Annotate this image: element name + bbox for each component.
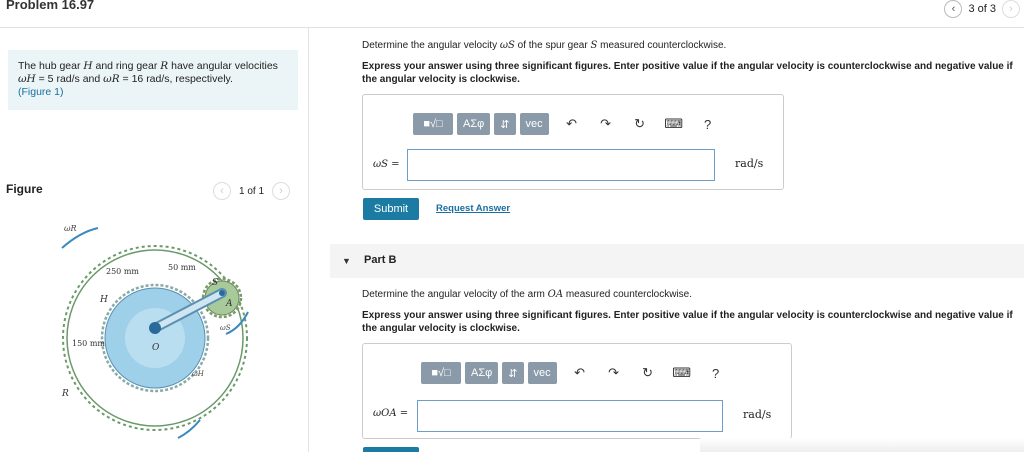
prompt-text: of the spur gear bbox=[514, 40, 591, 51]
label-a: A bbox=[225, 299, 233, 309]
planetary-gear-diagram: ωR 250 mm 50 mm H S A 150 mm O ωS ωH R bbox=[61, 224, 249, 439]
label-omega-h: ωH bbox=[192, 370, 205, 378]
reset-icon[interactable]: ↻ bbox=[637, 362, 659, 384]
redo-icon[interactable]: ↷ bbox=[595, 113, 617, 135]
help-button[interactable]: ? bbox=[705, 362, 727, 384]
omega-oa-input[interactable] bbox=[417, 400, 723, 432]
part-a-answer-box: ■√□ ΑΣφ ⇵ vec ↶ ↷ ↻ ⌨ ? ωS = rad/s bbox=[362, 94, 784, 190]
header-bar: Problem 16.97 ‹ 3 of 3 › bbox=[0, 0, 1024, 28]
panel-divider bbox=[308, 28, 309, 452]
figure-link[interactable]: (Figure 1) bbox=[18, 86, 64, 98]
answer-label-omega-s: ωS = bbox=[373, 159, 400, 170]
part-b-submit-button[interactable] bbox=[363, 447, 419, 452]
omega-h-value: = 5 rad/s bbox=[35, 73, 80, 85]
math-toolbar: ■√□ ΑΣφ ⇵ vec ↶ ↷ ↻ ⌨ ? bbox=[413, 113, 719, 135]
arrows-button[interactable]: ⇵ bbox=[494, 113, 516, 135]
vec-button[interactable]: vec bbox=[527, 362, 557, 384]
part-b-instruction: Express your answer using three signific… bbox=[362, 310, 1013, 334]
chevron-left-icon[interactable]: ‹ bbox=[213, 182, 231, 200]
part-a-prompt: Determine the angular velocity ωS of the… bbox=[362, 40, 726, 51]
prompt-text: Determine the angular velocity of the ar… bbox=[362, 289, 548, 300]
intro-text: The hub gear bbox=[18, 60, 84, 72]
math-toolbar: ■√□ ΑΣφ ⇵ vec ↶ ↷ ↻ ⌨ ? bbox=[421, 362, 727, 384]
templates-icon[interactable]: ■√□ bbox=[413, 113, 453, 135]
greek-button[interactable]: ΑΣφ bbox=[465, 362, 499, 384]
problem-statement: The hub gear H and ring gear R have angu… bbox=[8, 50, 298, 110]
chevron-left-icon[interactable]: ‹ bbox=[944, 0, 963, 18]
unit-label: rad/s bbox=[743, 408, 772, 421]
var-h: H bbox=[83, 60, 93, 72]
intro-text: , respectively. bbox=[169, 73, 233, 85]
label-50mm: 50 mm bbox=[168, 263, 196, 272]
omega-s: ωS bbox=[499, 40, 515, 51]
label-250mm: 250 mm bbox=[106, 267, 139, 276]
reset-icon[interactable]: ↻ bbox=[629, 113, 651, 135]
request-answer-link[interactable]: Request Answer bbox=[436, 203, 510, 214]
unit-label: rad/s bbox=[735, 157, 764, 170]
label-omega-s: ωS bbox=[220, 324, 231, 332]
part-b-prompt: Determine the angular velocity of the ar… bbox=[362, 289, 692, 300]
part-b-header[interactable]: ▼ Part B bbox=[330, 244, 1024, 278]
pin-a bbox=[219, 290, 225, 296]
undo-icon[interactable]: ↶ bbox=[561, 113, 583, 135]
problem-page: Problem 16.97 ‹ 3 of 3 › The hub gear H … bbox=[0, 0, 1024, 452]
figure-pager: ‹ 1 of 1 › bbox=[213, 182, 291, 200]
help-button[interactable]: ? bbox=[697, 113, 719, 135]
chevron-right-icon[interactable]: › bbox=[1002, 0, 1020, 18]
label-omega-r: ωR bbox=[64, 224, 77, 233]
keyboard-icon[interactable]: ⌨ bbox=[663, 113, 685, 135]
label-s: S bbox=[212, 278, 218, 288]
var-r: R bbox=[160, 60, 169, 72]
page-indicator: 3 of 3 bbox=[968, 3, 996, 15]
arrows-button[interactable]: ⇵ bbox=[502, 362, 524, 384]
chevron-right-icon[interactable]: › bbox=[272, 182, 291, 200]
gear-figure: ωR 250 mm 50 mm H S A 150 mm O ωS ωH R bbox=[50, 210, 290, 452]
part-b-label: Part B bbox=[364, 254, 397, 266]
label-r: R bbox=[61, 389, 69, 399]
redo-icon[interactable]: ↷ bbox=[603, 362, 625, 384]
omega-r: ωR bbox=[103, 73, 120, 85]
prompt-text: measured counterclockwise. bbox=[563, 289, 693, 300]
pivot-o bbox=[149, 322, 161, 334]
label-h: H bbox=[99, 295, 108, 305]
prompt-text: Determine the angular velocity bbox=[362, 40, 500, 51]
figure-page-indicator: 1 of 1 bbox=[239, 185, 265, 197]
undo-icon[interactable]: ↶ bbox=[569, 362, 591, 384]
keyboard-icon[interactable]: ⌨ bbox=[671, 362, 693, 384]
omega-h: ωH bbox=[18, 73, 36, 85]
vec-button[interactable]: vec bbox=[519, 113, 549, 135]
caret-down-icon[interactable]: ▼ bbox=[342, 256, 351, 266]
part-a-instruction: Express your answer using three signific… bbox=[362, 61, 1013, 85]
part-b-answer-box: ■√□ ΑΣφ ⇵ vec ↶ ↷ ↻ ⌨ ? ωOA = rad/s bbox=[362, 343, 792, 439]
templates-icon[interactable]: ■√□ bbox=[421, 362, 461, 384]
intro-text: and ring gear bbox=[92, 60, 161, 72]
problem-pager: ‹ 3 of 3 › bbox=[944, 0, 1020, 18]
label-150mm: 150 mm bbox=[72, 339, 105, 348]
omega-s-input[interactable] bbox=[407, 149, 715, 181]
problem-title: Problem 16.97 bbox=[6, 0, 95, 12]
answer-label-omega-oa: ωOA = bbox=[373, 408, 409, 419]
label-o: O bbox=[152, 343, 160, 353]
greek-button[interactable]: ΑΣφ bbox=[457, 113, 491, 135]
bottom-shadow bbox=[700, 438, 1024, 452]
intro-text: have angular velocities bbox=[168, 60, 278, 72]
figure-label: Figure bbox=[6, 182, 43, 196]
submit-button[interactable]: Submit bbox=[363, 198, 419, 220]
prompt-text: measured counterclockwise. bbox=[597, 40, 727, 51]
omega-r-value: = 16 rad/s bbox=[119, 73, 170, 85]
intro-text: and bbox=[79, 73, 104, 85]
var-oa: OA bbox=[547, 289, 564, 300]
